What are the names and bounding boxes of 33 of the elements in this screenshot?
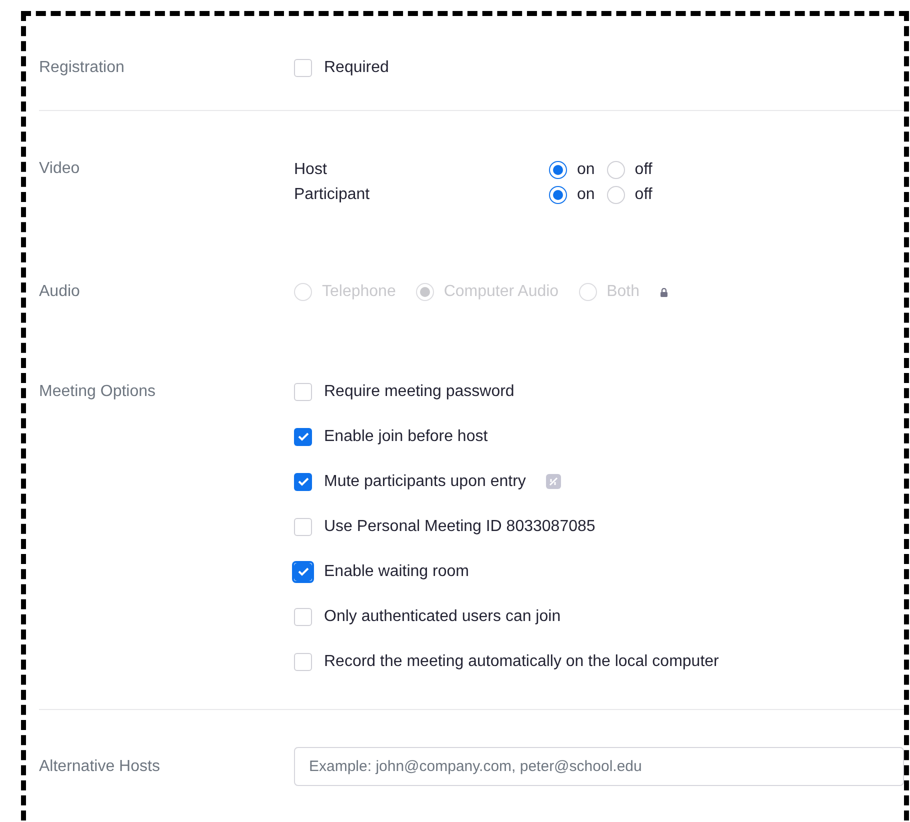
section-label: Meeting Options bbox=[39, 383, 156, 400]
checkbox-label: Record the meeting automatically on the local computer bbox=[324, 652, 719, 672]
radio-button[interactable] bbox=[549, 186, 567, 204]
checkbox-label: Enable join before host bbox=[324, 426, 488, 446]
section-label: Alternative Hosts bbox=[39, 758, 160, 774]
row-label: Host bbox=[294, 160, 328, 180]
row-label: Participant bbox=[294, 184, 371, 204]
section-label: Video bbox=[39, 160, 80, 177]
checkbox[interactable] bbox=[294, 518, 312, 536]
section-label: Audio bbox=[39, 283, 80, 300]
checkmark-icon bbox=[298, 432, 308, 441]
checkbox[interactable] bbox=[294, 472, 312, 490]
alternative-hosts-field[interactable]: Example: john@company.com, peter@school.edu bbox=[294, 747, 904, 786]
checkmark-icon bbox=[298, 477, 308, 486]
radio-label: on bbox=[577, 160, 595, 180]
info-icon[interactable] bbox=[546, 474, 561, 489]
checkbox[interactable] bbox=[294, 428, 312, 446]
checkbox-label: Enable waiting room bbox=[324, 562, 469, 582]
radio-label: off bbox=[634, 184, 652, 204]
checkbox[interactable] bbox=[294, 652, 312, 670]
radio-label: on bbox=[577, 184, 595, 204]
section-label: Registration bbox=[39, 59, 124, 76]
checkbox-label: Only authenticated users can join bbox=[324, 606, 561, 626]
checkbox-label: Require meeting password bbox=[324, 382, 514, 402]
radio-button[interactable] bbox=[549, 160, 567, 178]
checkbox[interactable] bbox=[294, 608, 312, 626]
checkbox-label: Use Personal Meeting ID 8033087085 bbox=[324, 516, 596, 536]
checkbox[interactable] bbox=[294, 382, 312, 400]
checkmark-icon bbox=[298, 567, 308, 576]
radio-label: off bbox=[634, 160, 652, 180]
checkbox-label: Required bbox=[324, 58, 389, 78]
checkbox[interactable] bbox=[294, 59, 312, 77]
checkbox-label: Mute participants upon entry bbox=[324, 472, 526, 492]
